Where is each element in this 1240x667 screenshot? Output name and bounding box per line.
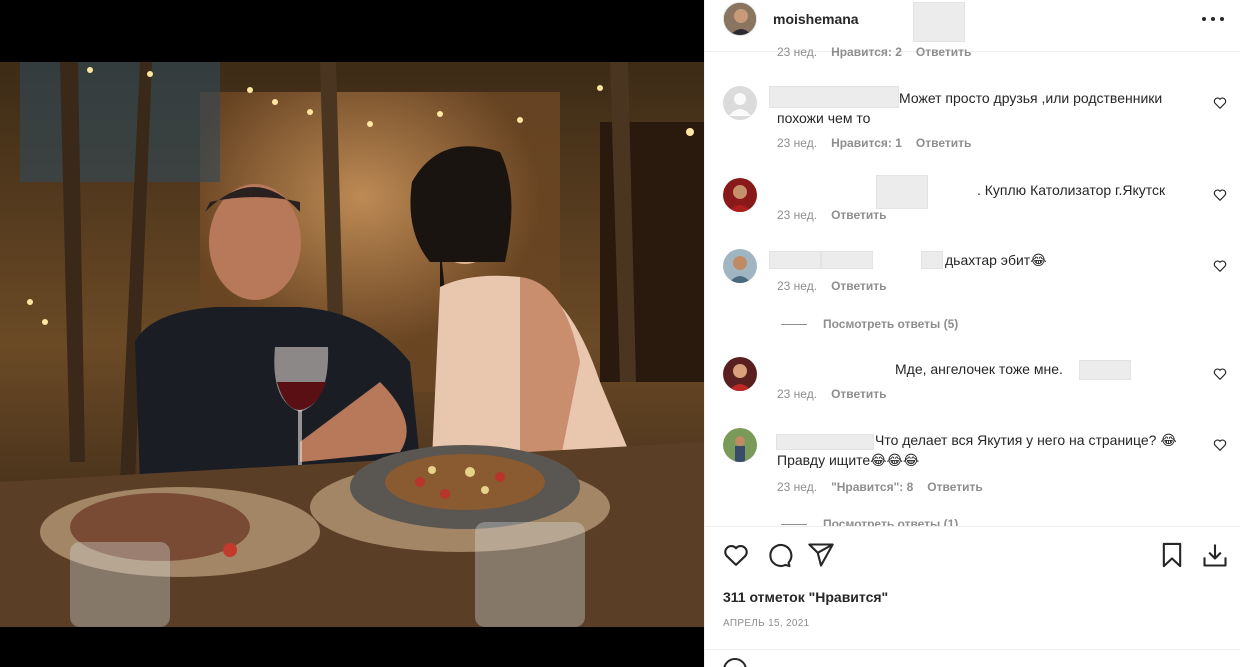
- emoji-icon[interactable]: [723, 658, 747, 667]
- comment-text: . Куплю Католизатор г.Якутск: [777, 180, 1197, 200]
- comment-time: 23 нед.: [777, 45, 818, 59]
- post-photo[interactable]: [0, 62, 704, 627]
- download-icon[interactable]: [1201, 541, 1229, 569]
- comment-line: похожи чем то: [777, 110, 871, 126]
- comment-time: 23 нед.: [777, 480, 818, 494]
- comment-text: Мде, ангелочек тоже мне.: [777, 359, 1197, 379]
- replies-divider-line: [781, 523, 807, 525]
- comment-time: 23 нед.: [777, 387, 818, 401]
- like-comment-heart-icon[interactable]: [1213, 188, 1227, 202]
- comment-likes-count[interactable]: Нравится: 2: [831, 45, 902, 59]
- commenter-avatar[interactable]: [723, 428, 757, 462]
- view-replies-label: Посмотреть ответы (5): [823, 317, 959, 331]
- post-photo-illustration: [0, 62, 704, 627]
- comment-meta: 23 нед. Ответить: [777, 279, 887, 293]
- comment-line: Может просто друзья ,или родственники: [899, 90, 1163, 106]
- comment-meta: 23 нед. Нравится: 1 Ответить: [777, 136, 971, 150]
- comment-time: 23 нед.: [777, 279, 818, 293]
- comment-line: Правду ищите😂😂😂: [777, 452, 920, 468]
- owner-avatar[interactable]: [723, 2, 757, 36]
- owner-username[interactable]: moishemana: [773, 11, 859, 27]
- more-icon[interactable]: [1202, 12, 1224, 26]
- reply-button[interactable]: Ответить: [927, 480, 982, 494]
- comment-line: Мде, ангелочек тоже мне.: [895, 361, 1063, 377]
- bookmark-icon[interactable]: [1158, 541, 1186, 569]
- comment-icon[interactable]: [765, 541, 793, 569]
- comment-line: . Куплю Католизатор г.Якутск: [977, 182, 1166, 198]
- comment-text: дьахтар эбит😂: [777, 250, 1197, 270]
- photo-panel: [0, 0, 704, 667]
- comment-likes-count[interactable]: "Нравится": 8: [831, 480, 913, 494]
- post-date: АПРЕЛЬ 15, 2021: [723, 618, 810, 629]
- add-comment-bar: [705, 649, 1240, 667]
- share-icon[interactable]: [807, 541, 835, 569]
- view-replies-label: Посмотреть ответы (1): [823, 517, 959, 526]
- reply-button[interactable]: Ответить: [831, 279, 886, 293]
- redacted-block: [1079, 360, 1131, 380]
- reply-button[interactable]: Ответить: [831, 387, 886, 401]
- comment-text: Что делает вся Якутия у него на странице…: [777, 430, 1197, 470]
- comment-text: Может просто друзья ,или родственники по…: [777, 88, 1197, 128]
- view-replies-button[interactable]: Посмотреть ответы (5): [781, 317, 958, 331]
- commenter-avatar[interactable]: [723, 86, 757, 120]
- comment-meta: 23 нед. Ответить: [777, 208, 887, 222]
- like-comment-heart-icon[interactable]: [1213, 259, 1227, 273]
- redacted-block: [913, 2, 965, 42]
- likes-count[interactable]: 311 отметок "Нравится": [723, 589, 888, 605]
- like-comment-heart-icon[interactable]: [1213, 438, 1227, 452]
- comment-meta: 23 нед. Нравится: 2 Ответить: [777, 45, 971, 59]
- replies-divider-line: [781, 323, 807, 325]
- like-comment-heart-icon[interactable]: [1213, 367, 1227, 381]
- comment-line: дьахтар эбит😂: [945, 252, 1047, 268]
- comment-likes-count[interactable]: Нравится: 1: [831, 136, 902, 150]
- comment-time: 23 нед.: [777, 136, 818, 150]
- reply-button[interactable]: Ответить: [916, 45, 971, 59]
- post-sidebar: moishemana 23 нед. Нравится: 2 Ответить …: [704, 0, 1240, 667]
- comment-meta: 23 нед. Ответить: [777, 387, 887, 401]
- heart-icon[interactable]: [722, 541, 750, 569]
- commenter-avatar[interactable]: [723, 249, 757, 283]
- comment-time: 23 нед.: [777, 208, 818, 222]
- comments-list[interactable]: 23 нед. Нравится: 2 Ответить Может прост…: [705, 44, 1240, 526]
- commenter-avatar[interactable]: [723, 178, 757, 212]
- comment-meta: 23 нед. "Нравится": 8 Ответить: [777, 480, 983, 494]
- commenter-avatar[interactable]: [723, 357, 757, 391]
- like-comment-heart-icon[interactable]: [1213, 96, 1227, 110]
- reply-button[interactable]: Ответить: [916, 136, 971, 150]
- post-actions: 311 отметок "Нравится" АПРЕЛЬ 15, 2021: [705, 526, 1240, 667]
- reply-button[interactable]: Ответить: [831, 208, 886, 222]
- comment-line: Что делает вся Якутия у него на странице…: [875, 432, 1177, 448]
- view-replies-button[interactable]: Посмотреть ответы (1): [781, 517, 958, 526]
